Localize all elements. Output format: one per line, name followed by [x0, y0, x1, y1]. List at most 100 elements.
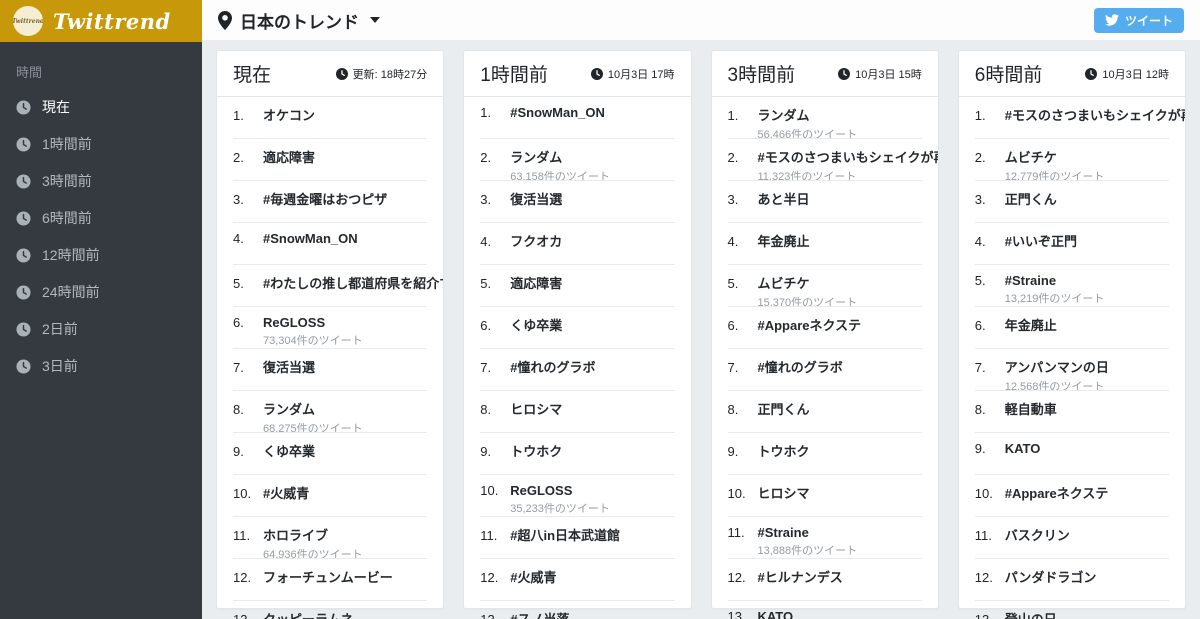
trend-line: 9. トウホク: [728, 441, 922, 460]
trend-link[interactable]: オケコン: [263, 105, 315, 124]
trend-link[interactable]: トウホク: [758, 441, 810, 460]
trend-row: 11. バスクリン: [959, 517, 1185, 559]
trend-link[interactable]: ヒロシマ: [758, 483, 810, 502]
chevron-down-icon[interactable]: [370, 17, 380, 23]
trend-link[interactable]: #Straine: [758, 525, 809, 540]
trend-link[interactable]: 復活当選: [510, 189, 562, 208]
trend-line: 13. KATO: [728, 609, 922, 619]
trend-tweet-count: 13,219件のツイート: [1004, 293, 1105, 305]
trend-rank: 7.: [727, 360, 739, 375]
trend-rank: 13.: [727, 609, 746, 619]
clock-icon: [838, 67, 851, 80]
trend-line: 10. ReGLOSS: [480, 483, 674, 498]
trend-list: 1. ランダム 56,466件のツイート 2. #モスのさつまいもシェイクが再登…: [712, 97, 938, 619]
trend-link[interactable]: 年金廃止: [758, 231, 810, 250]
clock-icon: [590, 67, 603, 80]
trend-rank: 9.: [727, 444, 739, 459]
trend-line: 11. #Straine: [728, 525, 922, 540]
trend-link[interactable]: #SnowMan_ON: [510, 105, 605, 120]
trend-link[interactable]: 年金廃止: [1005, 315, 1057, 334]
trend-link[interactable]: 適応障害: [510, 273, 562, 292]
trend-link[interactable]: #SnowMan_ON: [263, 231, 358, 246]
trend-line: 6. ReGLOSS: [233, 315, 427, 330]
trend-link[interactable]: トウホク: [510, 441, 562, 460]
sidebar-item[interactable]: 6時間前: [0, 200, 202, 237]
trend-link[interactable]: ムビチケ: [758, 273, 810, 292]
trend-link[interactable]: ランダム: [263, 399, 315, 418]
trend-link[interactable]: #憧れのグラボ: [510, 357, 595, 376]
app-logo-title[interactable]: Twittrend: [53, 9, 171, 34]
trend-link[interactable]: #Appareネクステ: [758, 315, 862, 334]
trend-link[interactable]: #モスのさつまいもシェイクが再登場: [1005, 105, 1185, 124]
trend-link[interactable]: アンパンマンの日: [1005, 357, 1109, 376]
trend-link[interactable]: 復活当選: [263, 357, 315, 376]
trend-link[interactable]: #Straine: [1005, 273, 1056, 288]
trend-link[interactable]: #毎週金曜はおつピザ: [263, 189, 387, 208]
trend-link[interactable]: 適応障害: [263, 147, 315, 166]
sidebar-item[interactable]: 3時間前: [0, 163, 202, 200]
trend-link[interactable]: #憧れのグラボ: [758, 357, 843, 376]
trend-line: 2. ムビチケ: [975, 147, 1169, 166]
trend-link[interactable]: パンダドラゴン: [1005, 567, 1097, 586]
trend-link[interactable]: #わたしの推し都道府県を紹介する: [263, 273, 443, 292]
trend-rank: 10.: [727, 486, 746, 501]
trend-rank: 12.: [480, 570, 499, 585]
trend-link[interactable]: #超八in日本武道館: [510, 525, 620, 544]
trend-link[interactable]: KATO: [1005, 441, 1041, 456]
sidebar-item[interactable]: 1時間前: [0, 126, 202, 163]
column-timestamp-text: 10月3日 17時: [607, 68, 675, 81]
trend-rank: 5.: [233, 276, 244, 291]
trend-link[interactable]: #いいぞ正門: [1005, 231, 1077, 250]
trend-link[interactable]: ムビチケ: [1005, 147, 1057, 166]
location-pin-icon: [218, 10, 232, 30]
trend-link[interactable]: ホロライブ: [263, 525, 328, 544]
trend-link[interactable]: あと半日: [758, 189, 810, 208]
sidebar-item[interactable]: 12時間前: [0, 237, 202, 274]
trend-link[interactable]: #モスのさつまいもシェイクが再登場: [758, 147, 938, 166]
sidebar-item[interactable]: 2日前: [0, 311, 202, 348]
trend-row: 9. KATO: [959, 433, 1185, 475]
trend-link[interactable]: フクオカ: [510, 231, 562, 250]
trend-link[interactable]: #火威青: [263, 483, 309, 502]
trend-link[interactable]: ランダム: [758, 105, 810, 124]
column-title: 現在: [233, 65, 272, 86]
trend-link[interactable]: #スノ当落: [510, 609, 569, 619]
trend-link[interactable]: ランダム: [510, 147, 562, 166]
tweet-button-label: ツイート: [1124, 13, 1173, 28]
trend-tweet-count: 13,888件のツイート: [757, 545, 858, 557]
tweet-button[interactable]: ツイート: [1093, 7, 1184, 33]
sidebar-item[interactable]: 3日前: [0, 348, 202, 385]
trend-link[interactable]: #ヒルナンデス: [758, 567, 843, 586]
trend-link[interactable]: KATO: [758, 609, 794, 619]
trend-link[interactable]: ヒロシマ: [510, 399, 562, 418]
trend-row: 5. #Straine 13,219件のツイート: [959, 265, 1185, 307]
trend-row: 1. #モスのさつまいもシェイクが再登場: [959, 97, 1185, 139]
trend-link[interactable]: 軽自動車: [1005, 399, 1057, 418]
trend-rank: 8.: [727, 402, 739, 417]
trend-link[interactable]: #Appareネクステ: [1005, 483, 1109, 502]
trend-link[interactable]: くゆ卒業: [510, 315, 562, 334]
sidebar-item[interactable]: 現在: [0, 89, 202, 126]
trend-link[interactable]: バスクリン: [1005, 525, 1070, 544]
trend-link[interactable]: フォーチュンムービー: [263, 567, 393, 586]
trend-link[interactable]: 登山の日: [1005, 609, 1057, 619]
trend-tweet-count: 12,568件のツイート: [1004, 381, 1105, 391]
trend-rank: 2.: [480, 150, 492, 165]
trend-link[interactable]: ReGLOSS: [510, 483, 572, 498]
trend-link[interactable]: くゆ卒業: [263, 441, 315, 460]
sidebar-item[interactable]: 24時間前: [0, 274, 202, 311]
trend-line: 9. トウホク: [480, 441, 674, 460]
trend-link[interactable]: 正門くん: [758, 399, 810, 418]
trend-link[interactable]: 正門くん: [1005, 189, 1057, 208]
trend-row: 4. フクオカ: [464, 223, 690, 265]
sidebar-section-label: 時間: [16, 65, 43, 80]
trend-link[interactable]: ReGLOSS: [263, 315, 325, 330]
trend-link[interactable]: クッピーラムネ: [263, 609, 354, 619]
trend-rank: 11.: [480, 528, 498, 543]
trend-row: 12. フォーチュンムービー: [217, 559, 443, 601]
clock-icon: [16, 247, 31, 263]
trend-link[interactable]: #火威青: [510, 567, 556, 586]
trend-rank: 1.: [233, 108, 244, 123]
trend-line: 8. ヒロシマ: [480, 399, 674, 418]
region-title[interactable]: 日本のトレンド: [240, 8, 359, 33]
